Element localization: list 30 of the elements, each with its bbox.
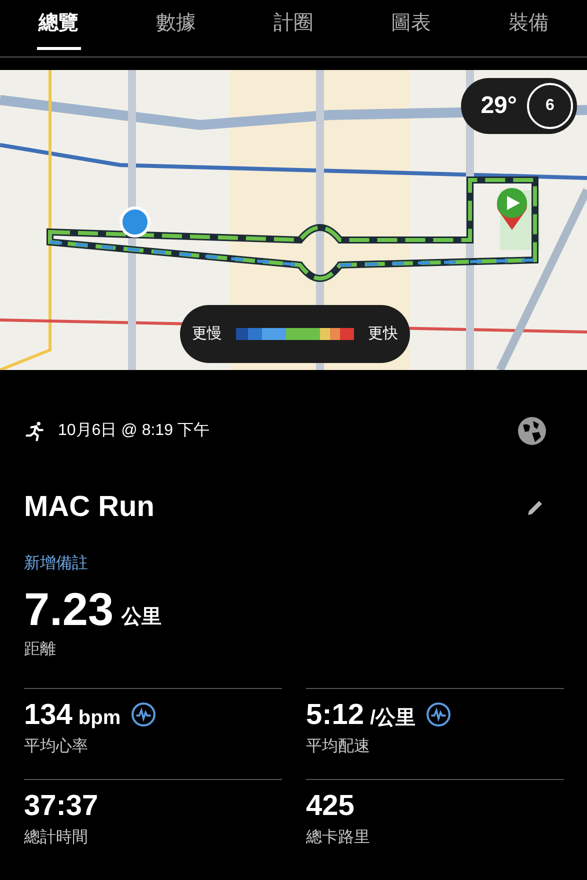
pace-gradient-icon (236, 328, 354, 340)
distance-label: 距離 (24, 640, 57, 660)
legend-label: 更慢 (192, 324, 222, 344)
metric-label: 平均配速 (306, 736, 371, 756)
metric-label: 總卡路里 (306, 828, 371, 848)
globe-icon[interactable] (517, 416, 547, 446)
distance-value: 7.23 (24, 586, 114, 632)
wind-speed: 6 (546, 96, 554, 116)
legend-label: 更快 (368, 324, 398, 344)
metric-value: 134 (24, 698, 72, 732)
tab[interactable]: 數據 (117, 0, 235, 56)
metric-value: 5:12 (306, 698, 364, 732)
metric-unit: /公里 (370, 706, 416, 730)
waveform-icon[interactable] (130, 702, 156, 726)
waveform-icon[interactable] (426, 702, 451, 726)
distance-unit: 公里 (122, 604, 162, 630)
metric-unit: bpm (78, 706, 121, 730)
tab[interactable]: 裝備 (470, 0, 587, 56)
activity-title: MAC Run (24, 490, 154, 525)
activity-datetime: 10月6日 @ 8:19 下午 (58, 421, 210, 441)
temperature: 29° (480, 91, 517, 121)
metric-label: 總計時間 (24, 828, 89, 848)
runner-icon (24, 420, 46, 442)
metric-value: 425 (306, 788, 354, 824)
add-note-link[interactable]: 新增備註 (24, 552, 88, 576)
tab[interactable]: 圖表 (352, 0, 470, 56)
metric-label: 平均心率 (24, 736, 89, 756)
tab[interactable]: 計圈 (234, 0, 352, 56)
tab[interactable]: 總覽 (0, 0, 118, 56)
metric-value: 37:37 (24, 788, 98, 824)
